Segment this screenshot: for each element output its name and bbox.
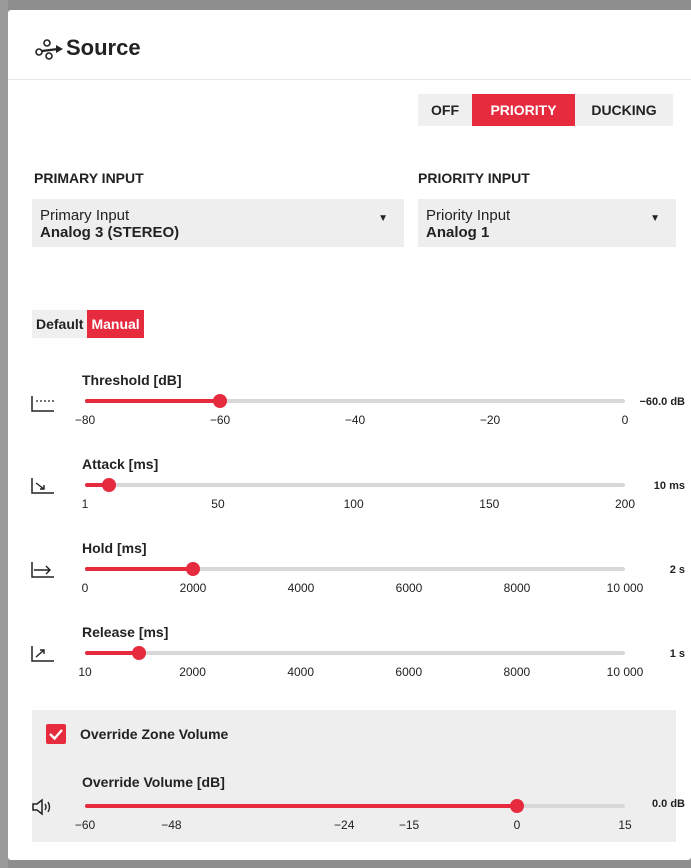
slider-tick-label: 0 [621,413,629,427]
dropdown-caret-icon: ▼ [378,213,388,224]
attack-value: 10 ms [653,480,685,492]
release-icon [31,646,54,662]
slider-tick-label: 8000 [503,581,531,595]
slider-tick-label: 1 [81,497,89,511]
slider-tick-label: 10 000 [606,665,644,679]
window-edge [0,0,8,868]
slider-tick-label: 2000 [179,665,206,679]
default-button[interactable]: Default [32,310,88,338]
priority-input-select[interactable]: Priority Input Analog 1 ▼ [418,199,676,247]
slider-tick-label: −15 [398,818,420,832]
slider-tick-label: 150 [479,497,500,511]
threshold-icon [31,396,54,412]
checkmark-icon [49,729,63,741]
release-slider-track[interactable] [85,646,625,660]
mode-off-button[interactable]: OFF [418,94,472,126]
threshold-slider-fill [85,399,220,403]
slider-tick-label: 10 [78,665,92,679]
release-slider-thumb[interactable] [131,646,146,660]
panel-title: Source [66,35,141,60]
release-label: Release [ms] [82,624,169,640]
primary-input-value: Analog 3 (STEREO) [40,224,180,241]
slider-tick-label: 6000 [395,581,423,595]
slider-tick-label: 8000 [503,665,531,679]
panel-header: Source [8,10,691,80]
hold-icon [31,562,54,578]
priority-input-heading: PRIORITY INPUT [418,170,530,186]
dropdown-caret-icon: ▼ [650,213,660,224]
hold-slider-track[interactable] [85,562,625,576]
hold-label: Hold [ms] [82,540,147,556]
override-volume-slider-fill [85,804,517,808]
primary-input-heading: PRIMARY INPUT [34,170,144,186]
slider-tick-label: 100 [343,497,364,511]
slider-tick-label: 6000 [395,665,423,679]
slider-tick-label: −60 [74,818,96,832]
threshold-slider-track[interactable] [85,394,625,408]
manual-button[interactable]: Manual [87,310,144,338]
release-value: 1 s [669,648,685,660]
slider-tick-label: 4000 [287,665,315,679]
override-volume-value: 0.0 dB [651,798,685,810]
preset-toggle: Default Manual [32,310,144,338]
slider-tick-label: 15 [618,818,632,832]
threshold-label: Threshold [dB] [82,372,182,388]
speaker-icon [32,798,51,816]
mode-priority-button[interactable]: PRIORITY [472,94,575,126]
slider-tick-label: −80 [74,413,96,427]
threshold-slider-row: Threshold [dB] −60.0 dB −80 −60 −40 −20 0 [8,368,691,438]
priority-input-label: Priority Input [426,207,511,224]
slider-tick-label: 2000 [179,581,207,595]
attack-label: Attack [ms] [82,456,159,472]
primary-input-label: Primary Input [40,207,130,224]
slider-tick-label: −48 [161,818,182,832]
override-volume-slider-track[interactable] [85,799,625,813]
override-zone-label: Override Zone Volume [80,726,229,742]
slider-tick-label: 10 000 [606,581,644,595]
slider-tick-label: 0 [513,818,521,832]
slider-tick-label: 0 [81,581,89,595]
threshold-value: −60.0 dB [639,396,685,408]
override-zone-checkbox[interactable] [46,724,66,744]
slider-tick-label: 50 [211,497,225,511]
slider-tick-label: −24 [334,818,355,832]
mode-ducking-button[interactable]: DUCKING [575,94,673,126]
hold-slider-row: Hold [ms] 2 s 0 2000 4000 6000 8000 10 000 [8,536,691,606]
slider-tick-label: −60 [209,413,231,427]
primary-input-select[interactable]: Primary Input Analog 3 (STEREO) ▼ [32,199,404,247]
hold-value: 2 s [669,564,685,576]
release-slider-fill [85,651,139,655]
mode-segmented-control: OFF PRIORITY DUCKING [418,94,673,126]
attack-slider-track[interactable] [85,478,625,492]
slider-tick-label: 4000 [287,581,315,595]
hold-slider-fill [85,567,193,571]
source-routing-icon [35,39,63,60]
attack-slider-thumb[interactable] [102,478,117,492]
override-volume-slider-row: Override Volume [dB] 0.0 dB −60 −48 −24 −15… [8,770,691,840]
release-slider-row: Release [ms] 1 s 10 2000 4000 6000 8000 10 00… [8,620,691,690]
attack-slider-row: Attack [ms] 10 ms 1 50 100 150 200 [8,452,691,522]
slider-tick-label: −20 [479,413,501,427]
source-panel: Source OFF PRIORITY DUCKING PRIMARY INPU… [8,10,691,860]
slider-tick-label: −40 [344,413,366,427]
attack-icon [31,478,54,494]
threshold-slider-thumb[interactable] [213,394,227,408]
override-volume-slider-thumb[interactable] [510,799,524,813]
slider-tick-label: 200 [614,497,636,511]
priority-input-value: Analog 1 [426,224,490,241]
override-volume-label: Override Volume [dB] [82,774,225,790]
hold-slider-thumb[interactable] [186,562,200,576]
